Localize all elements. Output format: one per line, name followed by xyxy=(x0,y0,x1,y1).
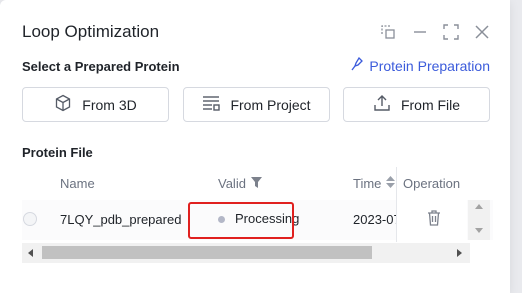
row-select-radio[interactable] xyxy=(23,212,37,226)
dialog-title: Loop Optimization xyxy=(22,22,160,41)
scroll-up-arrow[interactable] xyxy=(475,204,483,209)
from-file-label: From File xyxy=(400,96,461,113)
column-divider xyxy=(396,167,397,242)
sort-icon[interactable] xyxy=(386,176,396,191)
scroll-left-arrow[interactable] xyxy=(28,249,33,257)
column-valid-header[interactable]: Valid xyxy=(218,176,262,191)
from-3d-label: From 3D xyxy=(82,96,137,113)
protein-file-label: Protein File xyxy=(22,145,93,160)
from-project-label: From Project xyxy=(230,96,311,113)
filter-icon[interactable] xyxy=(250,176,262,191)
protein-preparation-label: Protein Preparation xyxy=(369,57,490,74)
maximize-icon[interactable] xyxy=(439,20,463,44)
highlight-box xyxy=(188,202,294,239)
list-icon xyxy=(202,95,221,114)
column-name-header: Name xyxy=(60,176,95,191)
loop-optimization-dialog: Loop Optimization Select a Prepared Prot… xyxy=(0,0,510,293)
scroll-down-arrow[interactable] xyxy=(475,228,483,233)
copy-window-icon[interactable] xyxy=(376,20,400,44)
horizontal-scrollbar[interactable] xyxy=(22,243,470,263)
horizontal-scroll-thumb[interactable] xyxy=(42,246,372,259)
column-time-header[interactable]: Time xyxy=(353,176,396,191)
minimize-icon[interactable] xyxy=(408,20,432,44)
delete-icon[interactable] xyxy=(427,210,441,231)
select-protein-label: Select a Prepared Protein xyxy=(22,59,180,74)
upload-icon xyxy=(373,94,391,115)
from-3d-button[interactable]: From 3D xyxy=(22,87,169,122)
row-time: 2023-07 xyxy=(353,212,401,227)
column-operation-header: Operation xyxy=(403,176,461,191)
protein-preparation-link[interactable]: Protein Preparation xyxy=(351,56,490,74)
cube-icon xyxy=(54,94,72,115)
from-project-button[interactable]: From Project xyxy=(183,87,330,122)
vertical-scrollbar[interactable] xyxy=(468,200,490,240)
pin-icon xyxy=(351,56,364,74)
row-name: 7LQY_pdb_prepared xyxy=(60,212,182,227)
scroll-right-arrow[interactable] xyxy=(457,249,462,257)
close-icon[interactable] xyxy=(470,20,494,44)
from-file-button[interactable]: From File xyxy=(343,87,490,122)
